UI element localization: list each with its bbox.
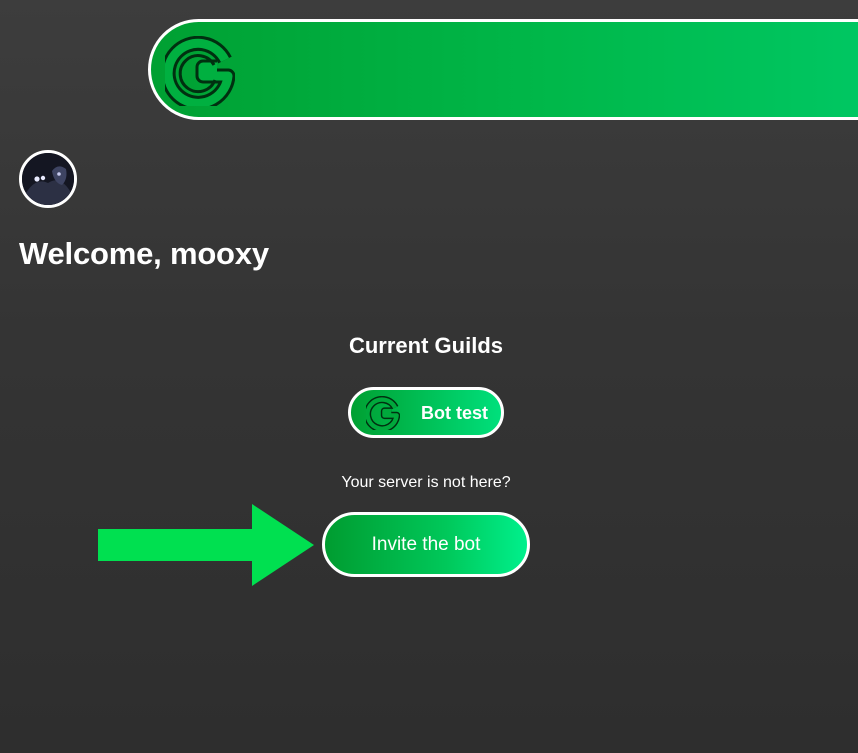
- g-logo-icon: [366, 396, 400, 430]
- guild-item-bot-test[interactable]: Bot test: [348, 387, 504, 438]
- guild-item-label: Bot test: [421, 403, 488, 423]
- g-logo-icon[interactable]: [165, 36, 235, 106]
- user-avatar[interactable]: [19, 150, 77, 208]
- avatar-image: [22, 153, 74, 205]
- invite-bot-button[interactable]: Invite the bot: [322, 512, 530, 577]
- welcome-heading: Welcome, mooxy: [19, 236, 269, 271]
- server-missing-hint: Your server is not here?: [341, 474, 511, 491]
- header-banner: [148, 19, 858, 120]
- current-guilds-title: Current Guilds: [348, 333, 503, 358]
- arrow-right-icon: [98, 504, 314, 586]
